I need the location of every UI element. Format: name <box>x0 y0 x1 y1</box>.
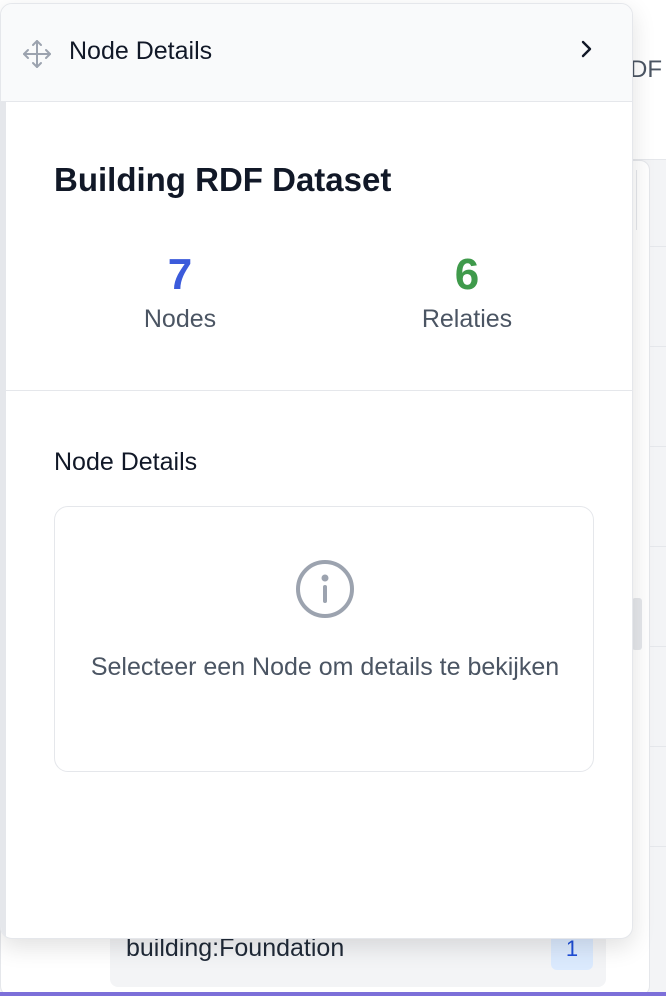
app-stage: DF building:Foundation 1 Node Details Bu… <box>0 0 666 996</box>
background-bottom-accent <box>0 992 666 996</box>
panel-left-edge <box>1 102 6 938</box>
background-card-strip <box>636 170 650 230</box>
relations-label: Relaties <box>421 305 513 333</box>
node-details-panel: Node Details Building RDF Dataset 7 Node… <box>0 3 633 939</box>
panel-header-title: Node Details <box>69 37 213 65</box>
relations-stat: 6 Relaties <box>367 249 567 334</box>
section-divider <box>6 390 632 391</box>
background-scrollbar[interactable] <box>632 598 642 650</box>
nodes-count: 7 <box>167 250 193 299</box>
info-icon <box>293 557 357 621</box>
collapse-button[interactable] <box>569 34 603 68</box>
node-details-section-title: Node Details <box>54 448 198 476</box>
move-icon[interactable] <box>21 38 53 70</box>
empty-state-message: Selecteer een Node om details te bekijke… <box>90 653 560 681</box>
panel-header[interactable]: Node Details <box>1 4 632 102</box>
relations-count: 6 <box>454 250 480 299</box>
chevron-right-icon <box>576 39 596 64</box>
empty-state-card: Selecteer een Node om details te bekijke… <box>54 506 594 772</box>
nodes-label: Nodes <box>143 305 217 333</box>
nodes-stat: 7 Nodes <box>80 249 280 334</box>
background-header-fragment: DF <box>630 56 662 83</box>
dataset-title: Building RDF Dataset <box>54 161 392 198</box>
